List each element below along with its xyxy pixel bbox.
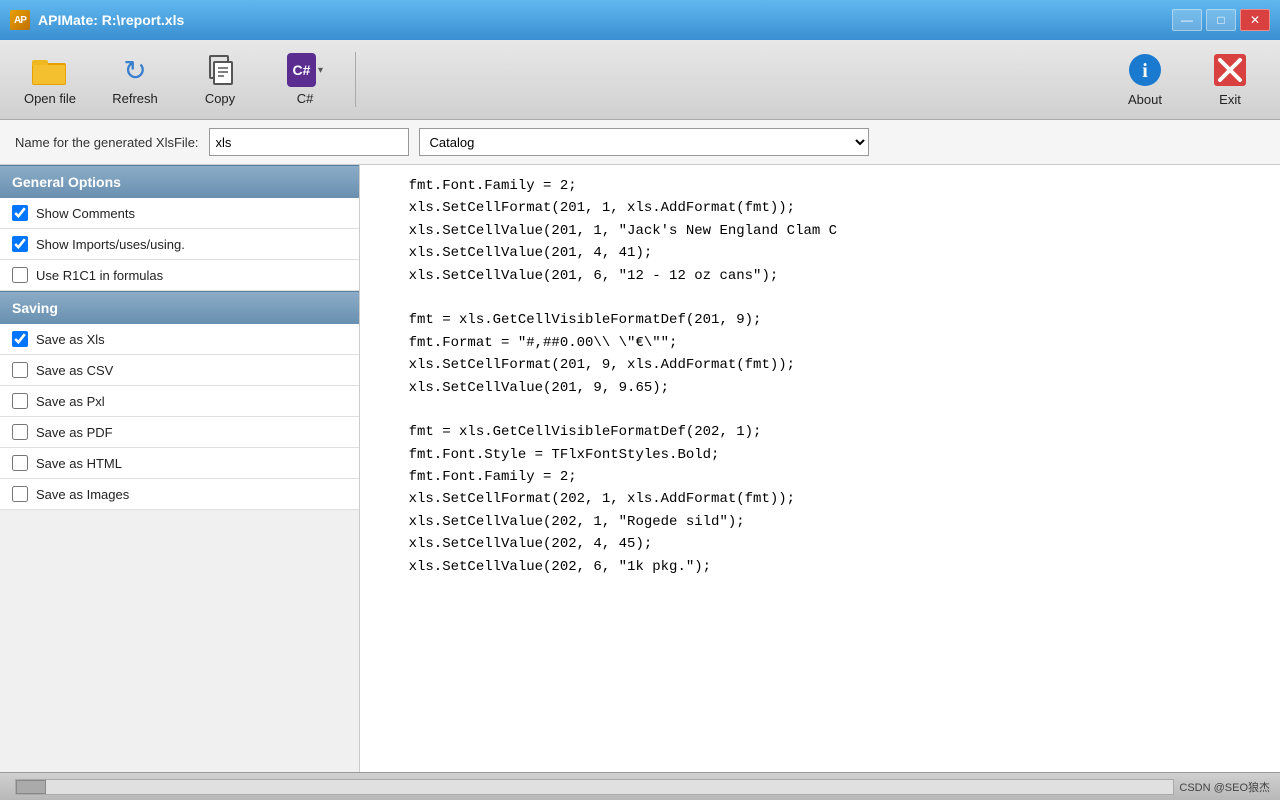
toolbar-separator (355, 52, 356, 107)
saving-header: Saving (0, 291, 359, 324)
show-imports-label[interactable]: Show Imports/uses/using. (36, 237, 185, 252)
csharp-button[interactable]: C# ▾ C# (265, 47, 345, 112)
save-csv-checkbox[interactable] (12, 362, 28, 378)
sidebar: General Options Show Comments Show Impor… (0, 165, 360, 772)
show-imports-checkbox[interactable] (12, 236, 28, 252)
save-images-item: Save as Images (0, 479, 359, 510)
status-text: CSDN @SEO狼杰 (1179, 779, 1270, 795)
catalog-select[interactable]: Catalog (419, 128, 869, 156)
save-pxl-checkbox[interactable] (12, 393, 28, 409)
show-comments-checkbox[interactable] (12, 205, 28, 221)
name-bar: Name for the generated XlsFile: Catalog (0, 120, 1280, 165)
save-csv-item: Save as CSV (0, 355, 359, 386)
show-comments-label[interactable]: Show Comments (36, 206, 135, 221)
toolbar-right: i About Exit (1105, 47, 1270, 112)
csharp-label: C# (297, 91, 314, 106)
exit-label: Exit (1219, 92, 1241, 107)
code-area[interactable]: fmt.Font.Family = 2; xls.SetCellFormat(2… (360, 165, 1280, 772)
save-html-checkbox[interactable] (12, 455, 28, 471)
show-comments-item: Show Comments (0, 198, 359, 229)
general-options-header: General Options (0, 165, 359, 198)
save-pdf-item: Save as PDF (0, 417, 359, 448)
xls-name-label: Name for the generated XlsFile: (15, 135, 199, 150)
window-title: APIMate: R:\report.xls (38, 12, 184, 28)
save-pxl-item: Save as Pxl (0, 386, 359, 417)
exit-button[interactable]: Exit (1190, 47, 1270, 112)
save-pdf-label[interactable]: Save as PDF (36, 425, 113, 440)
save-html-label[interactable]: Save as HTML (36, 456, 122, 471)
save-pxl-label[interactable]: Save as Pxl (36, 394, 105, 409)
close-button[interactable]: ✕ (1240, 9, 1270, 31)
copy-icon (202, 53, 238, 87)
refresh-label: Refresh (112, 91, 158, 106)
main-content: General Options Show Comments Show Impor… (0, 165, 1280, 772)
save-xls-label[interactable]: Save as Xls (36, 332, 105, 347)
horizontal-scrollbar[interactable] (15, 779, 1174, 795)
app-icon: AP (10, 10, 30, 30)
refresh-icon: ↻ (117, 53, 153, 87)
xls-name-input[interactable] (209, 128, 409, 156)
csharp-icon: C# ▾ (287, 53, 323, 87)
copy-button[interactable]: Copy (180, 47, 260, 112)
use-r1c1-label[interactable]: Use R1C1 in formulas (36, 268, 163, 283)
save-csv-label[interactable]: Save as CSV (36, 363, 113, 378)
save-xls-checkbox[interactable] (12, 331, 28, 347)
title-left: AP APIMate: R:\report.xls (10, 10, 184, 30)
scrollbar-thumb[interactable] (16, 780, 46, 794)
copy-label: Copy (205, 91, 235, 106)
save-images-checkbox[interactable] (12, 486, 28, 502)
show-imports-item: Show Imports/uses/using. (0, 229, 359, 260)
open-file-label: Open file (24, 91, 76, 106)
toolbar: Open file ↻ Refresh Copy C# ▾ C# (0, 40, 1280, 120)
use-r1c1-checkbox[interactable] (12, 267, 28, 283)
minimize-button[interactable]: — (1172, 9, 1202, 31)
svg-text:i: i (1142, 60, 1148, 82)
about-label: About (1128, 92, 1162, 107)
exit-icon (1212, 52, 1248, 88)
code-container: fmt.Font.Family = 2; xls.SetCellFormat(2… (360, 165, 1280, 772)
refresh-button[interactable]: ↻ Refresh (95, 47, 175, 112)
folder-icon (32, 53, 68, 87)
save-xls-item: Save as Xls (0, 324, 359, 355)
window-controls: — □ ✕ (1172, 9, 1270, 31)
status-bar: CSDN @SEO狼杰 (0, 772, 1280, 800)
title-bar: AP APIMate: R:\report.xls — □ ✕ (0, 0, 1280, 40)
about-button[interactable]: i About (1105, 47, 1185, 112)
save-html-item: Save as HTML (0, 448, 359, 479)
save-pdf-checkbox[interactable] (12, 424, 28, 440)
maximize-button[interactable]: □ (1206, 9, 1236, 31)
open-file-button[interactable]: Open file (10, 47, 90, 112)
save-images-label[interactable]: Save as Images (36, 487, 129, 502)
about-icon: i (1127, 52, 1163, 88)
use-r1c1-item: Use R1C1 in formulas (0, 260, 359, 291)
